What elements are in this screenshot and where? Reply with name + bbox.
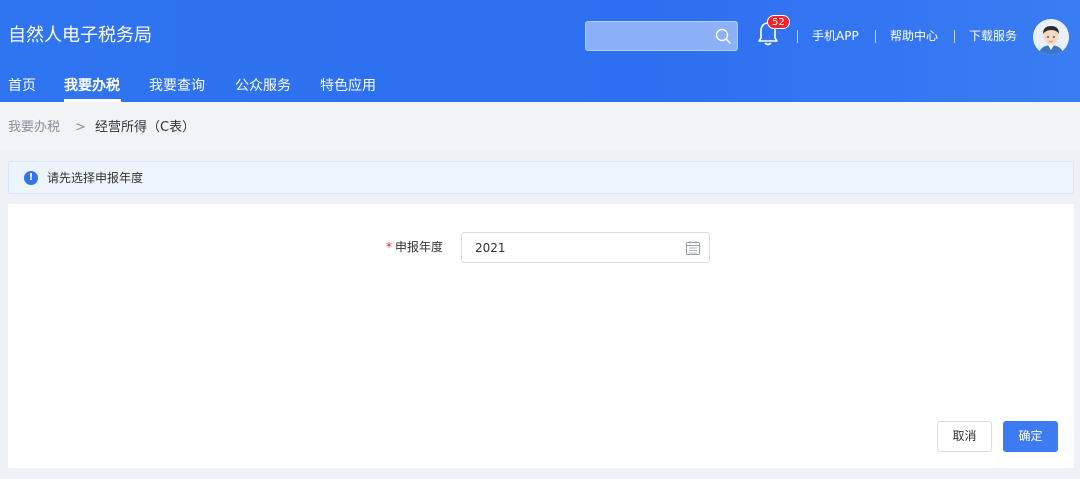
year-label-text: 申报年度	[395, 240, 444, 254]
breadcrumb: 我要办税 > 经营所得（C表）	[0, 102, 1080, 150]
info-alert: ! 请先选择申报年度	[8, 161, 1074, 194]
cancel-button[interactable]: 取消	[937, 421, 992, 452]
divider	[954, 30, 955, 43]
nav-home[interactable]: 首页	[8, 76, 36, 96]
header-bar: 自然人电子税务局 52 手机APP 帮助中心 下载服务 首页 我要办税 我要查询…	[0, 0, 1080, 102]
calendar-icon[interactable]	[685, 240, 701, 256]
main-nav: 首页 我要办税 我要查询 公众服务 特色应用	[0, 72, 1080, 102]
breadcrumb-separator: >	[75, 120, 86, 135]
year-value: 2021	[475, 241, 506, 255]
year-picker-input[interactable]: 2021	[461, 232, 710, 263]
mobile-app-link[interactable]: 手机APP	[812, 28, 859, 44]
help-center-link[interactable]: 帮助中心	[890, 28, 938, 44]
info-icon: !	[24, 171, 38, 185]
breadcrumb-parent[interactable]: 我要办税	[8, 119, 60, 137]
avatar[interactable]	[1033, 19, 1069, 55]
required-mark: *	[386, 240, 392, 254]
app-title: 自然人电子税务局	[8, 25, 152, 46]
divider	[797, 30, 798, 43]
breadcrumb-current: 经营所得（C表）	[95, 120, 196, 135]
header-top: 自然人电子税务局 52 手机APP 帮助中心 下载服务	[0, 4, 1080, 66]
confirm-button[interactable]: 确定	[1003, 421, 1058, 452]
notification-badge: 52	[767, 15, 790, 29]
divider	[875, 30, 876, 43]
download-service-link[interactable]: 下载服务	[969, 28, 1017, 44]
user-avatar-icon	[1033, 19, 1069, 55]
search-input[interactable]	[585, 21, 738, 51]
year-label: * 申报年度	[386, 239, 443, 255]
alert-text: 请先选择申报年度	[47, 171, 144, 185]
nav-featured-apps[interactable]: 特色应用	[320, 76, 376, 96]
form-panel: * 申报年度 2021 取消 确定	[8, 204, 1074, 468]
search-icon[interactable]	[713, 26, 733, 46]
nav-tax-handling[interactable]: 我要办税	[64, 76, 120, 96]
nav-public-service[interactable]: 公众服务	[235, 76, 291, 96]
nav-query[interactable]: 我要查询	[149, 76, 205, 96]
